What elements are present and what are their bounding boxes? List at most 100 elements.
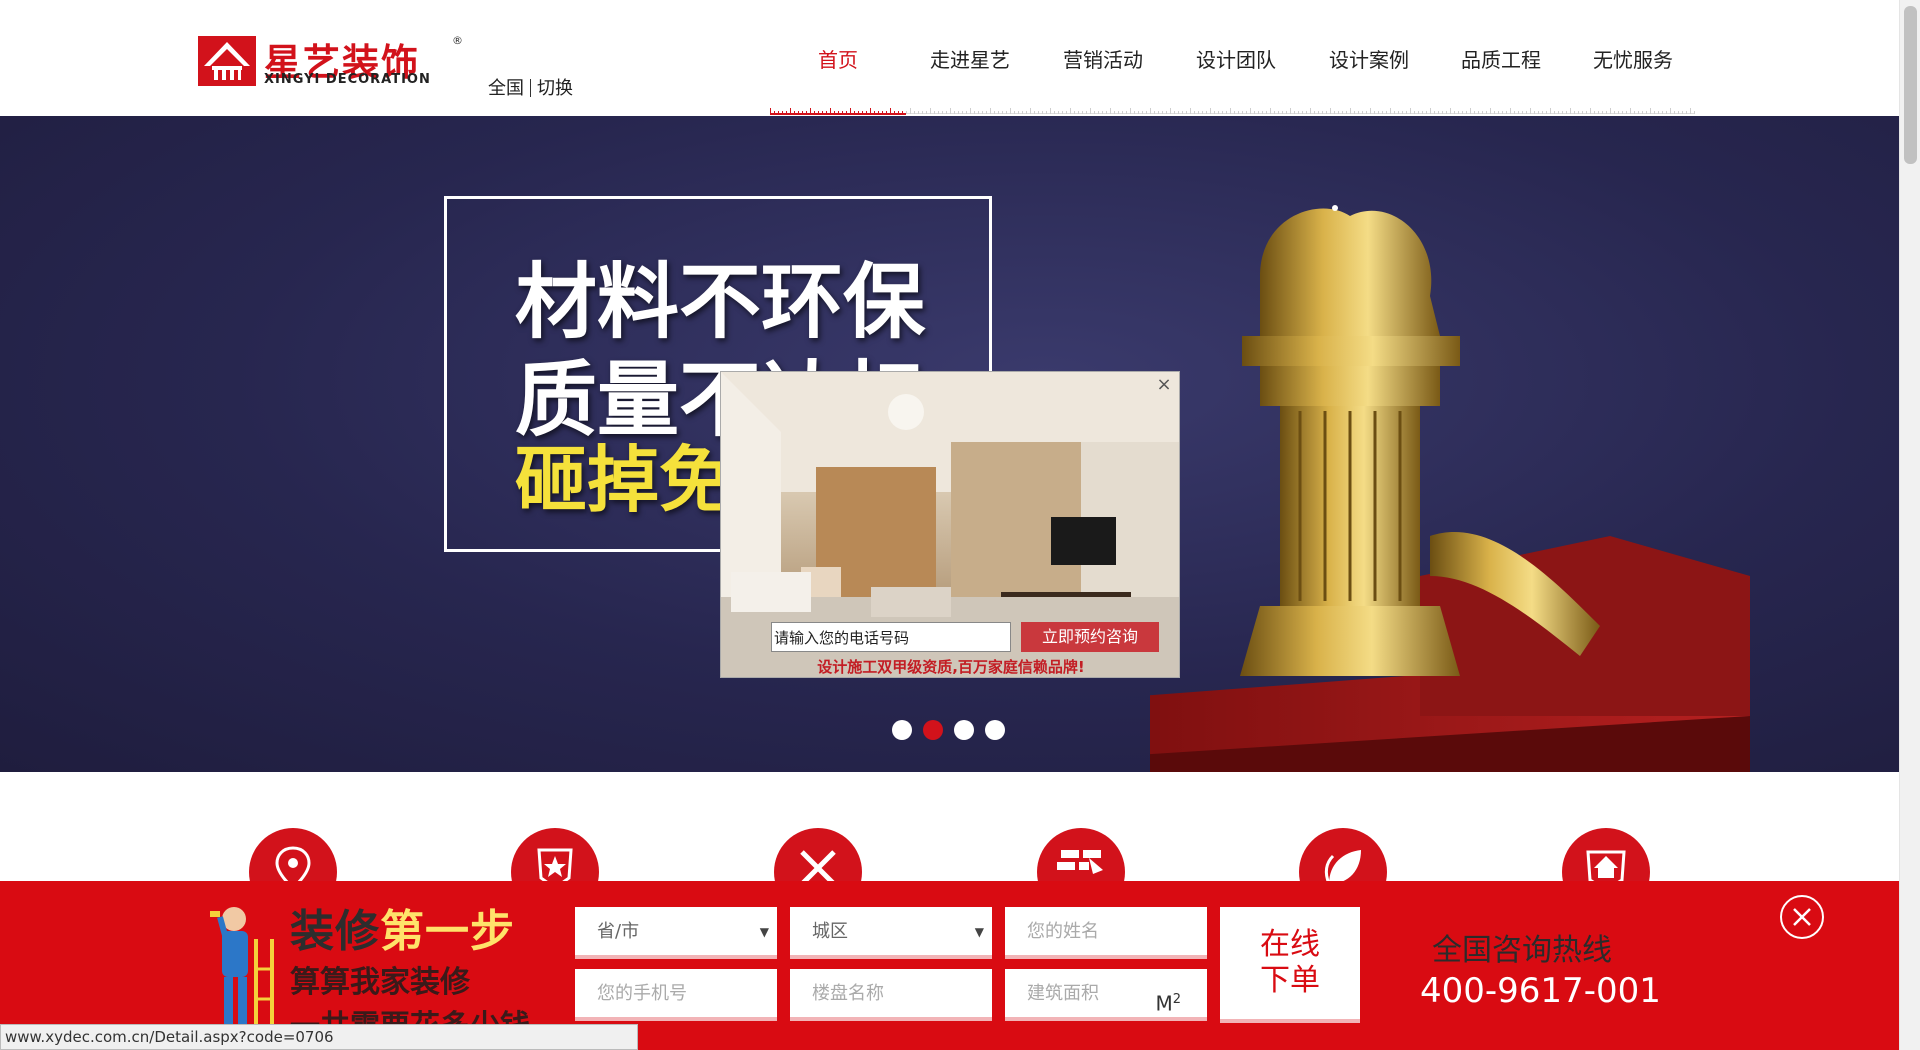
ruler-tick: [1218, 111, 1219, 114]
carousel-dot-3[interactable]: [954, 720, 974, 740]
district-select[interactable]: 城区 ▼: [790, 907, 992, 959]
ruler-tick: [1178, 111, 1179, 114]
nav-item-services[interactable]: 无忧服务: [1593, 44, 1673, 73]
site-logo[interactable]: 星艺装饰 ® XINGYI DECORATION: [198, 34, 466, 90]
ruler-tick: [1338, 111, 1339, 114]
ruler-tick: [1214, 111, 1215, 114]
region-switch-link[interactable]: 切换: [537, 78, 573, 99]
online-order-button[interactable]: 在线 下单: [1220, 907, 1360, 1023]
ruler-tick: [806, 111, 807, 114]
carousel-dot-1[interactable]: [892, 720, 912, 740]
ruler-tick: [1050, 108, 1051, 114]
nav-item-about[interactable]: 走进星艺: [930, 44, 1010, 73]
ruler-tick: [1154, 111, 1155, 114]
nav-item-home[interactable]: 首页: [818, 44, 858, 73]
ruler-tick: [1274, 111, 1275, 114]
ruler-tick: [846, 111, 847, 114]
ruler-tick: [982, 111, 983, 114]
ruler-tick: [1126, 111, 1127, 114]
area-field[interactable]: 建筑面积 M2: [1005, 969, 1207, 1021]
ruler-tick: [790, 108, 791, 114]
popup-phone-input[interactable]: [771, 622, 1011, 652]
ruler-tick: [954, 111, 955, 114]
ruler-tick: [1442, 111, 1443, 114]
ruler-tick: [1014, 111, 1015, 114]
ruler-tick: [1678, 111, 1679, 114]
ruler-tick: [1298, 111, 1299, 114]
ruler-tick: [930, 108, 931, 114]
ruler-tick: [1430, 108, 1431, 114]
ruler-tick: [1390, 108, 1391, 114]
popup-close-icon[interactable]: ×: [1155, 376, 1173, 394]
calculator-title: 装修第一步: [290, 895, 515, 959]
ruler-tick: [1378, 111, 1379, 114]
ruler-tick: [974, 111, 975, 114]
slogan-line-3: 砸掉免: [515, 438, 732, 522]
ruler-tick: [1294, 111, 1295, 114]
hotline-number[interactable]: 400-9617-001: [1420, 971, 1661, 1011]
ruler-tick: [1554, 111, 1555, 114]
ruler-tick: [1578, 111, 1579, 114]
ruler-tick: [1054, 111, 1055, 114]
close-icon[interactable]: [1780, 895, 1824, 939]
ruler-tick: [1162, 111, 1163, 114]
ruler-tick: [1230, 108, 1231, 114]
nav-item-design-team[interactable]: 设计团队: [1196, 44, 1276, 73]
ruler-tick: [1314, 111, 1315, 114]
ruler-tick: [1662, 111, 1663, 114]
ruler-tick: [1690, 108, 1691, 114]
ruler-tick: [1482, 111, 1483, 114]
consultation-popup: × 立即预约咨询 设计施工双甲级资质,百万家庭信赖品牌!: [720, 371, 1180, 678]
scrollbar-thumb[interactable]: [1904, 6, 1917, 164]
ruler-tick: [1010, 108, 1011, 114]
ruler-tick: [1518, 111, 1519, 114]
nav-item-quality-projects[interactable]: 品质工程: [1461, 44, 1541, 73]
ruler-tick: [1610, 108, 1611, 114]
ruler-tick: [1666, 111, 1667, 114]
ruler-tick: [794, 111, 795, 114]
popup-tagline: 设计施工双甲级资质,百万家庭信赖品牌!: [817, 658, 1085, 676]
ruler-tick: [914, 111, 915, 114]
browser-status-url: www.xydec.com.cn/Detail.aspx?code=0706: [0, 1024, 638, 1050]
ruler-tick: [822, 111, 823, 114]
ruler-tick: [1670, 108, 1671, 114]
ruler-tick: [1098, 111, 1099, 114]
chevron-down-icon: ▼: [759, 925, 769, 939]
ruler-tick: [1242, 111, 1243, 114]
province-select[interactable]: 省/市 ▼: [575, 907, 777, 959]
ruler-tick: [1042, 111, 1043, 114]
ruler-tick: [1078, 111, 1079, 114]
ruler-tick: [926, 111, 927, 114]
name-field[interactable]: 您的姓名: [1005, 907, 1207, 959]
ruler-tick: [950, 108, 951, 114]
nav-item-design-cases[interactable]: 设计案例: [1329, 44, 1409, 73]
ruler-tick: [1374, 111, 1375, 114]
ruler-tick: [854, 111, 855, 114]
ruler-tick: [1146, 111, 1147, 114]
ruler-tick: [1290, 108, 1291, 114]
ruler-tick: [1406, 111, 1407, 114]
ruler-tick: [1170, 108, 1171, 114]
online-order-line-1: 在线: [1260, 927, 1320, 962]
carousel-dot-4[interactable]: [985, 720, 1005, 740]
ruler-tick: [1434, 111, 1435, 114]
estate-name-field[interactable]: 楼盘名称: [790, 969, 992, 1021]
ruler-tick: [770, 108, 771, 114]
ruler-tick: [1058, 111, 1059, 114]
ruler-tick: [842, 111, 843, 114]
page-scrollbar[interactable]: [1899, 0, 1920, 1050]
ruler-tick: [1134, 111, 1135, 114]
ruler-tick: [1046, 111, 1047, 114]
nav-item-promotions[interactable]: 营销活动: [1063, 44, 1143, 73]
ruler-tick: [1570, 108, 1571, 114]
carousel-dot-2[interactable]: [923, 720, 943, 740]
popup-submit-button[interactable]: 立即预约咨询: [1021, 622, 1159, 652]
ruler-tick: [826, 111, 827, 114]
ruler-tick: [882, 111, 883, 114]
ruler-tick: [1254, 111, 1255, 114]
ruler-tick: [902, 111, 903, 114]
ruler-tick: [906, 111, 907, 114]
mobile-field[interactable]: 您的手机号: [575, 969, 777, 1021]
ruler-tick: [1534, 111, 1535, 114]
ruler-tick: [894, 111, 895, 114]
